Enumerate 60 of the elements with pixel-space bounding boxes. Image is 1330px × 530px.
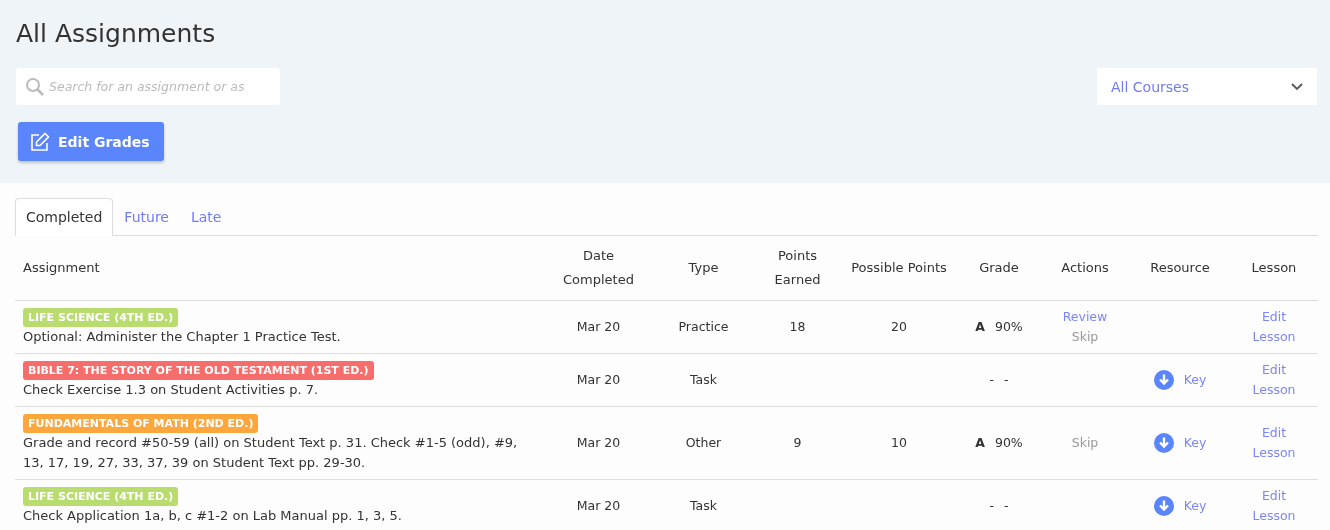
column-header: Possible Points [840, 236, 958, 301]
assignment-type: Practice [678, 319, 729, 334]
key-link[interactable]: Key [1183, 370, 1207, 390]
date-completed: Mar 20 [576, 372, 621, 387]
column-header: Resource [1130, 236, 1230, 301]
grade-percent: 90% [994, 434, 1023, 452]
download-icon[interactable] [1153, 433, 1174, 453]
edit-icon [30, 131, 50, 152]
assignment-description: Optional: Administer the Chapter 1 Practice Test. [23, 328, 342, 346]
possible-points: 10 [891, 435, 907, 450]
tab[interactable]: Future [113, 198, 180, 236]
course-tag: BIBLE 7: THE STORY OF THE OLD TESTAMENT (1ST ED.) [23, 361, 374, 380]
course-tag: FUNDAMENTALS OF MATH (2ND ED.) [23, 414, 259, 433]
assignment-description: Check Exercise 1.3 on Student Activities p. 7. [23, 381, 320, 399]
date-completed: Mar 20 [576, 498, 621, 513]
chevron-down-icon [1291, 82, 1303, 91]
assignment-type: Task [690, 498, 717, 513]
tab[interactable]: Completed [15, 198, 114, 236]
edit-grades-button[interactable]: Edit Grades [18, 122, 164, 161]
grade-percent: - [1004, 497, 1009, 515]
column-header: Assignment [15, 236, 545, 301]
search-icon [25, 77, 45, 97]
key-link[interactable]: Key [1183, 433, 1207, 453]
course-tag: LIFE SCIENCE (4TH ED.) [23, 308, 179, 327]
column-header: Lesson [1230, 236, 1318, 301]
edit-lesson-link[interactable]: Edit Lesson [1249, 423, 1299, 463]
grade-percent: 90% [994, 318, 1023, 336]
grade-letter: A [975, 434, 985, 452]
grade-letter: - [989, 371, 994, 389]
column-header: Grade [958, 236, 1040, 301]
grade-letter: - [989, 497, 994, 515]
tab[interactable]: Late [179, 198, 233, 236]
search-field[interactable]: Search for an assignment or as [16, 68, 280, 105]
edit-lesson-link[interactable]: Edit Lesson [1249, 360, 1299, 400]
assignment-description: Check Application 1a, b, c #1-2 on Lab Manual pp. 1, 3, 5. [23, 507, 403, 525]
action-link[interactable]: Skip [1048, 433, 1122, 453]
possible-points: 20 [891, 319, 907, 334]
assignment-description: Grade and record #50-59 (all) on Student Text p. 31. Check #1-5 (odd), #9, 13, 17, 19, 27, 33, 37, 39 on Student Text pp. 29-30. [23, 434, 519, 472]
column-header: Type [652, 236, 755, 301]
edit-lesson-link[interactable]: Edit Lesson [1249, 307, 1299, 347]
assignment-type: Other [685, 435, 722, 450]
date-completed: Mar 20 [576, 435, 621, 450]
column-header: Points Earned [755, 236, 840, 301]
grade-letter: A [975, 318, 985, 336]
key-link[interactable]: Key [1183, 496, 1207, 516]
assignment-type: Task [690, 372, 717, 387]
column-header: Date Completed [545, 236, 652, 301]
date-completed: Mar 20 [576, 319, 621, 334]
action-link[interactable]: Skip [1048, 327, 1122, 347]
column-header: Actions [1040, 236, 1130, 301]
grade-percent: - [1004, 371, 1009, 389]
action-link[interactable]: Review [1048, 307, 1122, 327]
download-icon[interactable] [1153, 370, 1174, 390]
page-title: All Assignments [16, 18, 217, 50]
course-tag: LIFE SCIENCE (4TH ED.) [23, 487, 179, 506]
edit-lesson-link[interactable]: Edit Lesson [1249, 486, 1299, 526]
points-earned: 18 [789, 319, 806, 334]
course-dropdown[interactable]: All Courses [1097, 68, 1317, 105]
download-icon[interactable] [1153, 496, 1174, 516]
points-earned: 9 [793, 435, 802, 450]
